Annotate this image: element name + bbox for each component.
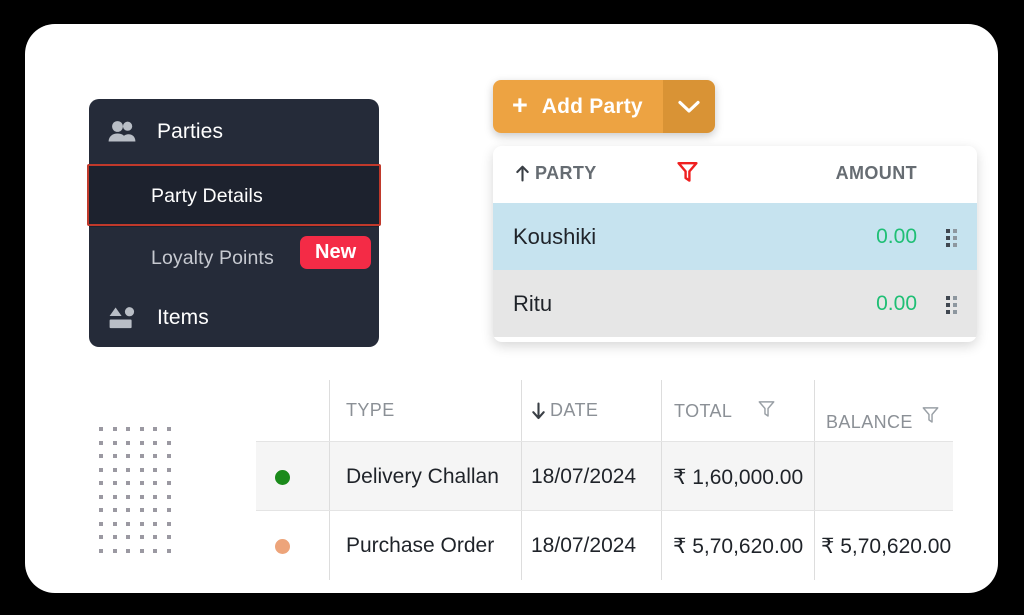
party-amount: 0.00 bbox=[876, 292, 917, 315]
add-party-button[interactable]: + Add Party bbox=[493, 80, 663, 133]
column-divider bbox=[661, 442, 662, 511]
decorative-dot-grid bbox=[99, 427, 171, 553]
column-divider bbox=[814, 442, 815, 511]
sidebar-item-party-details[interactable]: Party Details bbox=[89, 165, 379, 227]
filter-icon bbox=[922, 407, 939, 423]
party-table-header: PARTY AMOUNT bbox=[493, 146, 977, 203]
column-divider bbox=[661, 380, 662, 442]
table-row[interactable]: Purchase Order 18/07/2024 ₹ 5,70,620.00 … bbox=[256, 511, 953, 580]
cell-type: Purchase Order bbox=[346, 534, 495, 557]
add-party-label: Add Party bbox=[541, 94, 643, 118]
sidebar-item-parties[interactable]: Parties bbox=[89, 99, 379, 165]
column-header-label: PARTY bbox=[535, 163, 597, 183]
column-header-label: TYPE bbox=[346, 400, 395, 420]
status-dot bbox=[275, 539, 290, 554]
column-header-type[interactable]: TYPE bbox=[346, 400, 395, 421]
column-header-total[interactable]: TOTAL bbox=[674, 400, 775, 423]
party-row[interactable]: Koushiki 0.00 bbox=[493, 203, 977, 270]
people-icon bbox=[103, 117, 141, 147]
column-header-party[interactable]: PARTY bbox=[515, 163, 597, 184]
column-header-date[interactable]: DATE bbox=[531, 400, 598, 421]
column-divider bbox=[814, 511, 815, 580]
cell-date: 18/07/2024 bbox=[531, 534, 637, 557]
party-name: Ritu bbox=[513, 291, 553, 316]
column-divider bbox=[329, 380, 330, 442]
drag-handle-icon[interactable] bbox=[945, 295, 959, 320]
chevron-down-icon bbox=[678, 100, 700, 113]
app-card: Parties Party Details Loyalty Points Ite… bbox=[25, 24, 998, 593]
column-divider bbox=[521, 380, 522, 442]
new-badge: New bbox=[300, 236, 372, 269]
column-divider bbox=[329, 511, 330, 580]
cell-total: ₹ 1,60,000.00 bbox=[673, 466, 804, 489]
shapes-icon bbox=[103, 303, 141, 333]
screenshot-stage: Parties Party Details Loyalty Points Ite… bbox=[0, 0, 1024, 615]
table-row[interactable]: Delivery Challan 18/07/2024 ₹ 1,60,000.0… bbox=[256, 442, 953, 511]
column-divider bbox=[814, 380, 815, 442]
sidebar-item-label: Party Details bbox=[151, 184, 263, 207]
balance-filter-button[interactable] bbox=[922, 406, 939, 429]
sidebar-item-items[interactable]: Items bbox=[89, 289, 379, 347]
column-header-label: BALANCE bbox=[826, 412, 913, 432]
party-amount: 0.00 bbox=[876, 225, 917, 248]
column-header-balance[interactable]: BALANCE bbox=[826, 407, 939, 433]
party-name: Koushiki bbox=[513, 224, 597, 249]
sidebar-nav: Parties Party Details Loyalty Points Ite… bbox=[89, 99, 379, 347]
drag-handle-icon[interactable] bbox=[945, 228, 959, 253]
total-filter-button[interactable] bbox=[758, 400, 775, 423]
column-divider bbox=[521, 442, 522, 511]
column-header-label: DATE bbox=[550, 400, 599, 420]
cell-total: ₹ 5,70,620.00 bbox=[673, 535, 804, 558]
add-party-dropdown-button[interactable] bbox=[662, 80, 715, 133]
sidebar-item-label: Parties bbox=[157, 120, 224, 143]
sidebar-item-label: Loyalty Points bbox=[151, 246, 274, 269]
plus-icon: + bbox=[512, 90, 528, 120]
column-header-amount[interactable]: AMOUNT bbox=[836, 163, 917, 184]
party-table-card: PARTY AMOUNT Koushiki 0.00 Ritu 0.00 bbox=[493, 146, 977, 342]
party-row[interactable]: Ritu 0.00 bbox=[493, 270, 977, 337]
filter-icon bbox=[758, 401, 775, 417]
sidebar-item-label: Items bbox=[157, 306, 209, 329]
cell-balance: ₹ 5,70,620.00 bbox=[821, 535, 952, 558]
column-divider bbox=[661, 511, 662, 580]
party-filter-button[interactable] bbox=[677, 161, 698, 188]
column-header-label: TOTAL bbox=[674, 401, 733, 421]
column-header-label: AMOUNT bbox=[835, 163, 917, 183]
transactions-table-header: TYPE DATE TOTAL BALANCE bbox=[256, 380, 953, 442]
status-dot bbox=[275, 470, 290, 485]
cell-type: Delivery Challan bbox=[346, 465, 499, 488]
column-divider bbox=[329, 442, 330, 511]
transactions-table: TYPE DATE TOTAL BALANCE Delivery Challan… bbox=[256, 380, 953, 580]
column-divider bbox=[521, 511, 522, 580]
arrow-down-icon bbox=[532, 401, 545, 419]
filter-icon bbox=[677, 162, 698, 182]
add-party-button-group[interactable]: + Add Party bbox=[493, 80, 715, 133]
arrow-up-icon bbox=[516, 165, 529, 182]
cell-date: 18/07/2024 bbox=[531, 465, 637, 488]
